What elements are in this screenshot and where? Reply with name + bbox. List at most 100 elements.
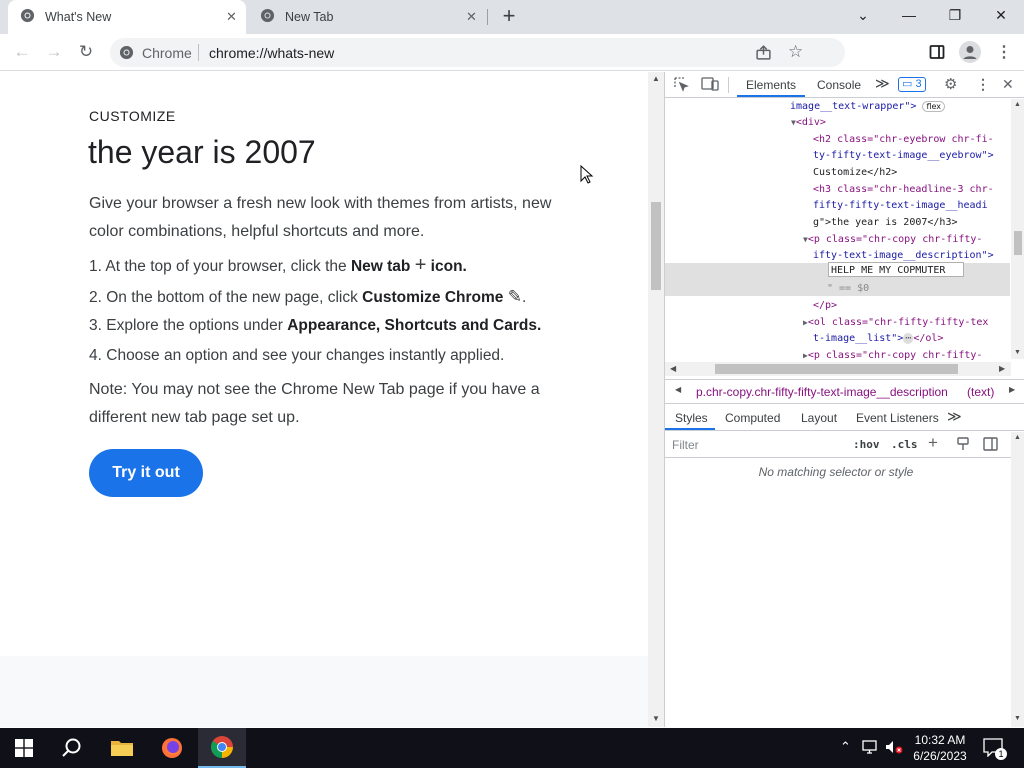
styles-scrollbar[interactable]: ▲ ▼ (1011, 432, 1024, 727)
dom-horizontal-scrollbar[interactable]: ◀ ▶ (665, 362, 1011, 376)
tab-elements[interactable]: Elements (746, 78, 796, 92)
no-matching-style-message: No matching selector or style (758, 465, 914, 479)
search-icon (62, 738, 81, 757)
cls-toggle[interactable]: .cls (891, 438, 918, 451)
site-label: Chrome (142, 45, 192, 61)
volume-muted-icon[interactable] (885, 739, 903, 760)
minimize-button[interactable]: — (886, 0, 932, 30)
list-item: 2. On the bottom of the new page, click … (89, 286, 527, 306)
tab-computed[interactable]: Computed (725, 411, 780, 425)
tab-console[interactable]: Console (817, 78, 861, 92)
close-window-button[interactable]: ✕ (978, 0, 1024, 30)
scroll-thumb[interactable] (1014, 231, 1022, 255)
dom-line: " == $0 (827, 283, 870, 294)
try-it-out-button[interactable]: Try it out (89, 449, 203, 497)
restore-button[interactable]: ❐ (932, 0, 978, 30)
breadcrumb-item[interactable]: (text) (967, 385, 994, 399)
tab-divider (487, 9, 488, 25)
tab-whats-new[interactable]: What's New ✕ (8, 0, 246, 34)
close-devtools-icon[interactable]: ✕ (1002, 76, 1014, 93)
dom-line[interactable]: <h2 class="chr-eyebrow chr-fi- (813, 132, 994, 149)
system-clock[interactable]: 10:32 AM 6/26/2023 (905, 732, 975, 764)
search-button[interactable] (48, 728, 96, 768)
breadcrumb-item[interactable]: p.chr-copy.chr-fifty-fifty-text-image__d… (696, 385, 948, 399)
browser-toolbar: ← → ↻ Chrome chrome://whats-new ☆ ⋮ (0, 34, 1024, 71)
devtools-menu-icon[interactable]: ⋮ (976, 76, 990, 93)
device-toolbar-icon[interactable] (701, 76, 719, 95)
url-text[interactable]: chrome://whats-new (209, 45, 334, 61)
chrome-favicon-icon (20, 8, 35, 26)
back-button[interactable]: ← (10, 41, 34, 63)
toggle-sidebar-icon[interactable] (983, 437, 998, 454)
bookmark-star-icon[interactable]: ☆ (788, 42, 803, 62)
tab-new-tab[interactable]: New Tab ✕ (248, 0, 488, 34)
more-tabs-icon[interactable]: ≫ (947, 408, 962, 425)
dom-line[interactable]: ty-fifty-text-image__eyebrow"> (813, 148, 994, 165)
kebab-menu-icon[interactable]: ⋮ (996, 42, 1012, 62)
hov-toggle[interactable]: :hov (853, 438, 880, 451)
issues-badge[interactable]: ▭ 3 (898, 77, 926, 92)
devtools-tabbar: Elements Console ≫ ▭ 3 ⚙ ⋮ ✕ (665, 72, 1024, 98)
close-tab-icon[interactable]: ✕ (226, 9, 237, 25)
forward-button[interactable]: → (42, 41, 66, 63)
active-tab-indicator (737, 95, 805, 97)
text-node-value[interactable]: HELP ME MY COPMUTER (831, 264, 945, 278)
styles-tabbar: Styles Computed Layout Event Listeners ≫ (665, 405, 1024, 431)
breadcrumb-right-icon[interactable]: ▶ (1009, 385, 1015, 394)
description: Give your browser a fresh new look with … (89, 195, 552, 240)
clock-date: 6/26/2023 (913, 749, 967, 763)
dom-line[interactable]: </p> (813, 298, 837, 315)
breadcrumb-left-icon[interactable]: ◀ (675, 385, 681, 394)
firefox-button[interactable] (148, 728, 196, 768)
list-item: 3. Explore the options under Appearance,… (89, 317, 542, 334)
address-bar[interactable]: Chrome chrome://whats-new ☆ (110, 38, 845, 67)
share-icon[interactable] (755, 44, 772, 66)
show-hidden-icons-icon[interactable]: ⌃ (840, 739, 851, 755)
notification-count-badge: 1 (995, 748, 1007, 760)
dom-line[interactable]: fifty-fifty-text-image__headi (813, 198, 988, 215)
file-explorer-button[interactable] (98, 728, 146, 768)
chrome-favicon-icon (260, 8, 275, 26)
chrome-icon (211, 736, 233, 758)
inspect-element-icon[interactable] (673, 76, 689, 95)
chrome-taskbar-button[interactable] (198, 728, 246, 768)
new-tab-button[interactable]: + (498, 4, 520, 28)
page-scrollbar[interactable]: ▲ ▼ (648, 72, 664, 727)
color-format-icon[interactable] (956, 437, 970, 454)
ellipsis-badge[interactable]: ⋯ (903, 333, 914, 344)
new-style-rule-icon[interactable]: + (928, 433, 938, 453)
filter-input[interactable]: Filter (672, 438, 842, 452)
folder-icon (111, 741, 133, 756)
side-panel-icon[interactable] (929, 44, 945, 65)
dom-line[interactable]: g">the year is 2007</h3> (813, 215, 958, 232)
scroll-thumb[interactable] (715, 364, 958, 374)
tab-event-listeners[interactable]: Event Listeners (856, 411, 939, 425)
scroll-thumb[interactable] (651, 202, 661, 290)
flex-badge[interactable]: flex (922, 101, 946, 112)
reload-button[interactable]: ↻ (74, 41, 98, 63)
list-item: 1. At the top of your browser, click the… (89, 254, 467, 276)
scroll-down-icon[interactable]: ▼ (652, 714, 660, 723)
tab-title: What's New (45, 10, 112, 24)
dom-tree[interactable]: image__text-wrapper"> flex ▼<div> <h2 cl… (665, 99, 1010, 360)
more-tabs-icon[interactable]: ≫ (875, 75, 890, 92)
dom-line[interactable]: Customize</h2> (813, 165, 897, 182)
settings-gear-icon[interactable]: ⚙ (944, 75, 957, 93)
list-item: 4. Choose an option and see your changes… (89, 346, 505, 364)
tab-strip: What's New ✕ New Tab ✕ + ⌄ — ❐ ✕ (0, 0, 1024, 34)
dom-vertical-scrollbar[interactable]: ▲ ▼ (1011, 99, 1024, 359)
clock-time: 10:32 AM (914, 733, 966, 747)
steps-list: 1. At the top of your browser, click the… (89, 254, 541, 372)
close-tab-icon[interactable]: ✕ (466, 9, 477, 25)
dom-line[interactable]: <h3 class="chr-headline-3 chr- (813, 182, 994, 199)
tab-search-button[interactable]: ⌄ (840, 0, 886, 30)
profile-avatar[interactable] (959, 41, 981, 63)
footer-band (0, 656, 648, 727)
tab-layout[interactable]: Layout (801, 411, 837, 425)
scroll-up-icon[interactable]: ▲ (652, 74, 660, 83)
network-icon[interactable] (862, 739, 880, 760)
tab-title: New Tab (285, 10, 334, 24)
site-info-icon[interactable] (119, 45, 134, 65)
tab-styles[interactable]: Styles (675, 411, 708, 425)
start-button[interactable] (0, 728, 48, 768)
